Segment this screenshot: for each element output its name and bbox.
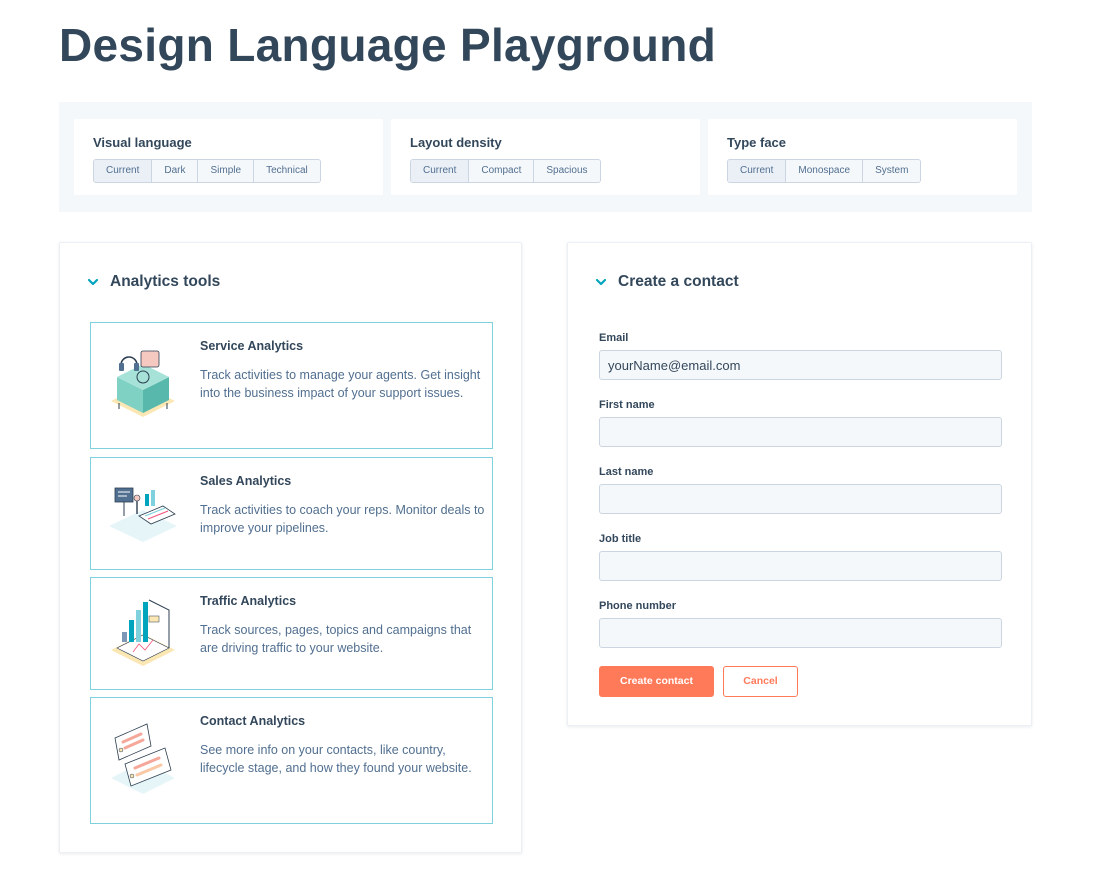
page-title: Design Language Playground	[59, 19, 716, 71]
tool-description: See more info on your contacts, like cou…	[200, 743, 472, 775]
tool-description: Track sources, pages, topics and campaig…	[200, 623, 472, 655]
layout-density-option-current[interactable]: Current	[411, 160, 469, 182]
last-name-label: Last name	[599, 466, 654, 478]
sales-analytics-illustration-icon	[109, 487, 177, 542]
tool-card-service-analytics[interactable]: Service Analytics Track activities to ma…	[90, 322, 493, 449]
layout-density-toggle: Current Compact Spacious	[410, 159, 601, 183]
tool-card-sales-analytics[interactable]: Sales Analytics Track activities to coac…	[90, 457, 493, 570]
visual-language-option-technical[interactable]: Technical	[253, 160, 320, 182]
layout-density-title: Layout density	[410, 135, 502, 150]
visual-language-option-simple[interactable]: Simple	[197, 160, 254, 182]
tool-card-contact-analytics[interactable]: Contact Analytics See more info on your …	[90, 697, 493, 824]
visual-language-setting: Visual language Current Dark Simple Tech…	[74, 119, 383, 195]
visual-language-toggle: Current Dark Simple Technical	[93, 159, 321, 183]
type-face-option-monospace[interactable]: Monospace	[785, 160, 863, 182]
visual-language-option-dark[interactable]: Dark	[151, 160, 198, 182]
layout-density-option-spacious[interactable]: Spacious	[533, 160, 600, 182]
chevron-down-icon	[87, 278, 99, 286]
tool-title: Sales Analytics	[200, 474, 292, 488]
phone-number-field[interactable]	[599, 618, 1002, 648]
last-name-field[interactable]	[599, 484, 1002, 514]
analytics-tools-header[interactable]: Analytics tools	[87, 273, 220, 291]
create-contact-button[interactable]: Create contact	[599, 666, 714, 697]
analytics-tools-panel: Analytics tools Service Analytics Track …	[59, 242, 522, 853]
visual-language-option-current[interactable]: Current	[94, 160, 152, 182]
create-contact-panel: Create a contact Email First name Last n…	[567, 242, 1032, 726]
settings-bar: Visual language Current Dark Simple Tech…	[59, 102, 1032, 212]
first-name-label: First name	[599, 399, 655, 411]
layout-density-setting: Layout density Current Compact Spacious	[391, 119, 700, 195]
type-face-setting: Type face Current Monospace System	[708, 119, 1017, 195]
traffic-analytics-illustration-icon	[111, 599, 175, 666]
tool-title: Traffic Analytics	[200, 594, 297, 608]
tool-card-traffic-analytics[interactable]: Traffic Analytics Track sources, pages, …	[90, 577, 493, 690]
email-label: Email	[599, 332, 629, 344]
job-title-label: Job title	[599, 533, 642, 545]
tool-description: Track activities to coach your reps. Mon…	[200, 503, 485, 535]
type-face-title: Type face	[727, 135, 787, 150]
chevron-down-icon	[595, 278, 607, 286]
layout-density-option-compact[interactable]: Compact	[468, 160, 534, 182]
visual-language-title: Visual language	[93, 135, 192, 150]
email-field[interactable]	[599, 350, 1002, 380]
cancel-button[interactable]: Cancel	[723, 666, 798, 697]
analytics-tools-title: Analytics tools	[110, 273, 221, 290]
type-face-option-current[interactable]: Current	[728, 160, 786, 182]
contact-analytics-illustration-icon	[111, 723, 175, 794]
type-face-toggle: Current Monospace System	[727, 159, 922, 183]
create-contact-title: Create a contact	[618, 273, 739, 290]
first-name-field[interactable]	[599, 417, 1002, 447]
tool-description: Track activities to manage your agents. …	[200, 368, 481, 400]
tool-title: Service Analytics	[200, 339, 304, 353]
tool-title: Contact Analytics	[200, 714, 306, 728]
type-face-option-system[interactable]: System	[862, 160, 921, 182]
job-title-field[interactable]	[599, 551, 1002, 581]
service-analytics-illustration-icon	[111, 350, 175, 417]
create-contact-header[interactable]: Create a contact	[595, 273, 739, 291]
phone-number-label: Phone number	[599, 600, 677, 612]
